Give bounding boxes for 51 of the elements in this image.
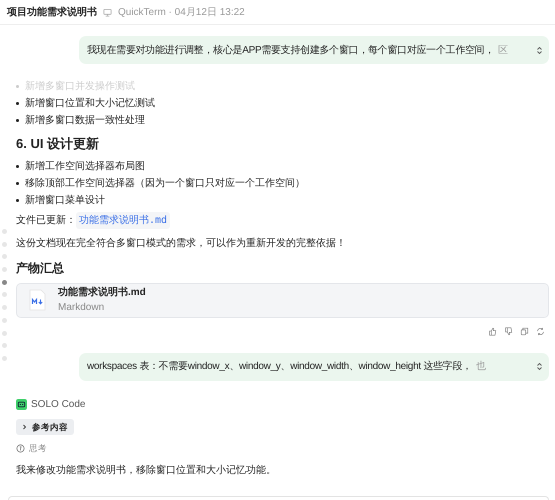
file-updated-label: 文件已更新： — [16, 214, 76, 228]
timeline-dot[interactable] — [2, 356, 7, 361]
section-heading: 6. UI 设计更新 — [16, 135, 100, 153]
section-heading: 产物汇总 — [16, 260, 65, 276]
copy-icon[interactable] — [520, 326, 529, 336]
bullet-icon — [16, 164, 19, 168]
message-text: workspaces 表：不需要window_x、window_y、window_width、window_height 这些字段， — [87, 360, 472, 374]
timeline-dot[interactable] — [2, 343, 7, 348]
list-item: 新增窗口位置和大小记忆测试 — [25, 96, 155, 111]
list-item: 新增多窗口数据一致性处理 — [25, 114, 145, 128]
thinking-label: 思考 — [29, 442, 47, 455]
list-item: 新增窗口菜单设计 — [25, 194, 105, 208]
expand-icon[interactable] — [536, 46, 543, 54]
faded-text: 区 — [498, 44, 508, 58]
paragraph: 这份文档现在完全符合多窗口模式的需求，可以作为重新开发的完整依据！ — [16, 236, 347, 250]
conversation-title: 项目功能需求说明书 — [7, 6, 97, 20]
bullet-icon — [16, 119, 19, 122]
chevron-icon — [22, 424, 27, 430]
timeline-dot[interactable] — [2, 318, 7, 323]
expand-icon[interactable] — [536, 362, 543, 371]
agent-logo-icon — [16, 398, 27, 410]
thumbs-up-icon[interactable] — [488, 326, 497, 336]
timeline-dot[interactable] — [2, 267, 7, 272]
timeline-dot[interactable] — [2, 292, 7, 298]
message-text: 我现在需要对功能进行调整，核心是APP需要支持创建多个窗口，每个窗口对应一个工作空间， — [87, 44, 494, 58]
bullet-icon — [16, 102, 19, 105]
timeline-dot[interactable] — [2, 242, 7, 247]
file-card[interactable]: 功能需求说明书.md Markdown — [16, 282, 549, 318]
timeline-dot[interactable] — [2, 280, 7, 285]
faded-text: 也 — [476, 360, 486, 374]
timeline-dot[interactable] — [2, 254, 7, 260]
file-link[interactable]: 功能需求说明书.md — [76, 212, 170, 229]
file-type: Markdown — [58, 301, 106, 315]
timeline-dot[interactable] — [2, 305, 7, 310]
thumbs-down-icon[interactable] — [504, 326, 513, 336]
timeline-dot[interactable] — [2, 229, 7, 234]
bullet-icon — [16, 182, 19, 184]
monitor-icon — [103, 8, 112, 16]
thinking-icon — [16, 444, 25, 454]
bullet-icon — [16, 198, 19, 202]
agent-name: SOLO Code — [31, 398, 86, 412]
list-item: 移除顶部工作空间选择器（因为一个窗口只对应一个工作空间） — [25, 176, 305, 190]
file-name: 功能需求说明书.md — [58, 286, 146, 300]
bullet-icon — [16, 85, 19, 88]
source-label: QuickTerm · 04月12日 13:22 — [118, 6, 245, 20]
markdown-file-icon — [29, 289, 46, 311]
timeline-dot[interactable] — [2, 330, 7, 336]
agent-message: 我来修改功能需求说明书，移除窗口位置和大小记忆功能。 — [16, 464, 277, 478]
reference-toggle[interactable]: 参考内容 — [16, 418, 74, 436]
refresh-icon[interactable] — [536, 326, 545, 336]
list-item: 新增工作空间选择器布局图 — [25, 160, 145, 174]
